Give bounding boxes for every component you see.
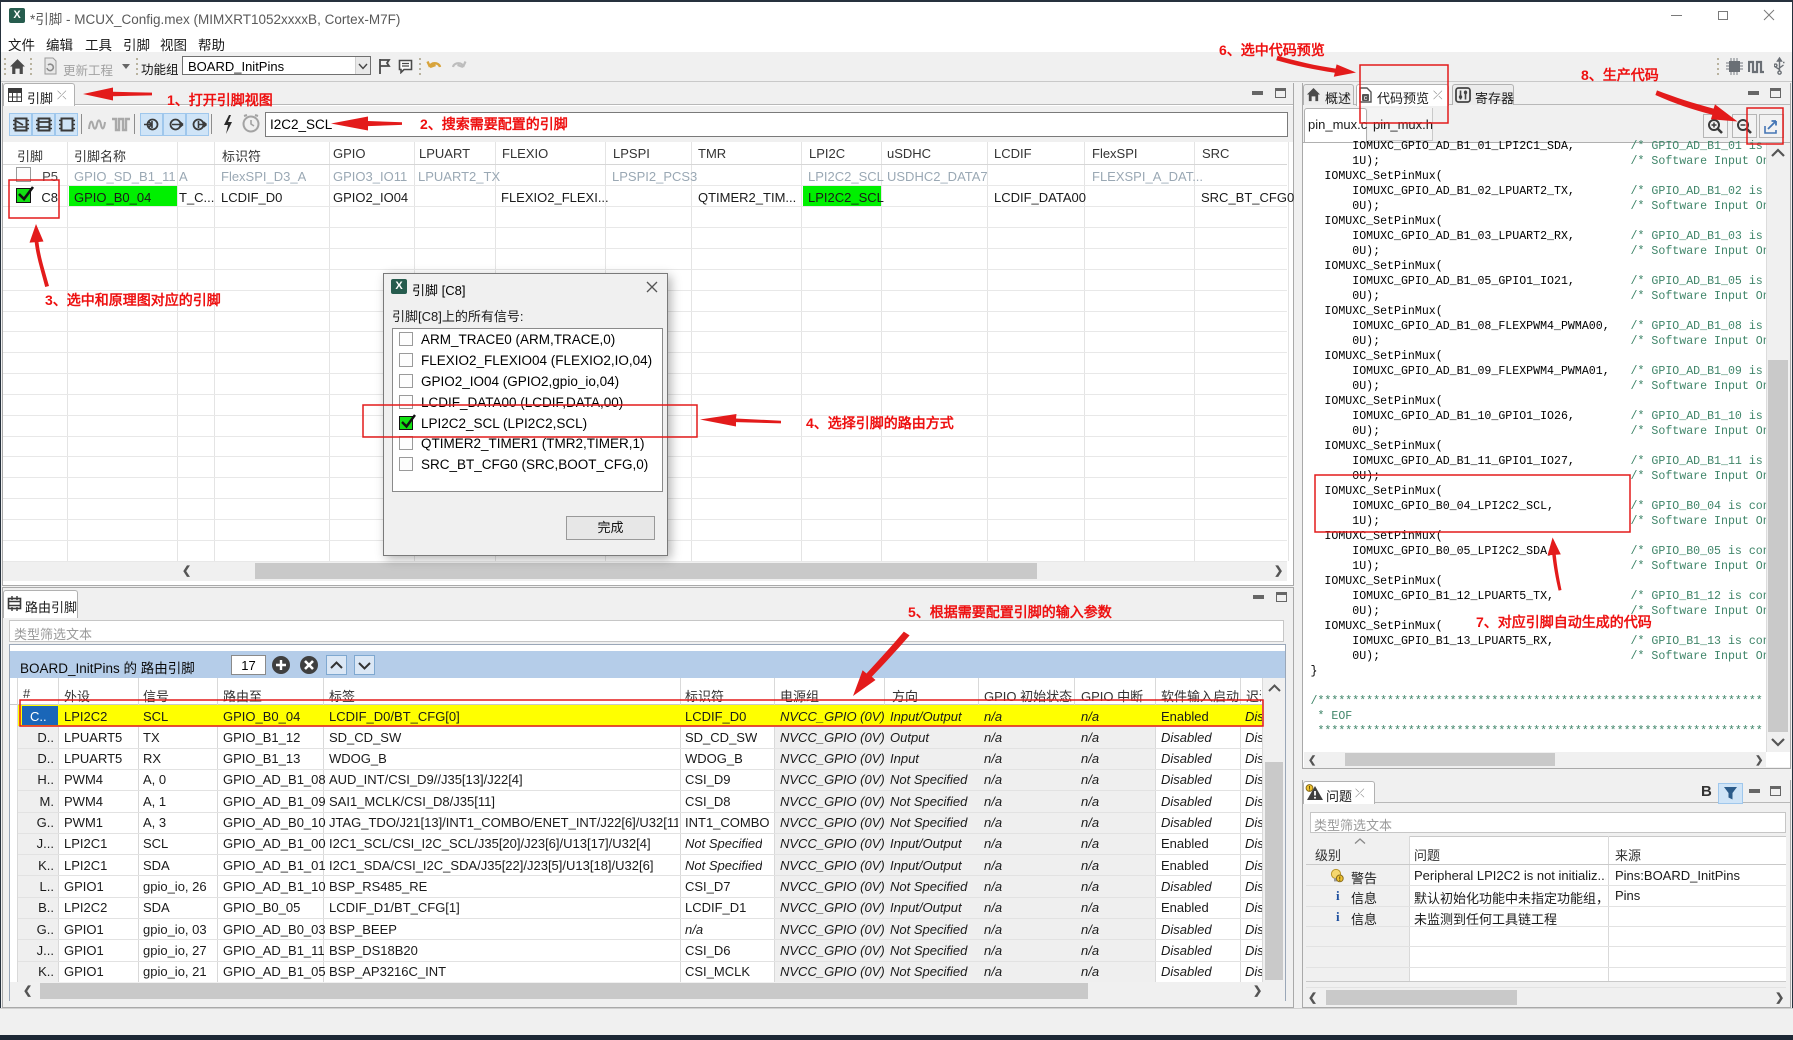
svg-text:!: !	[1339, 876, 1341, 883]
svg-text:!: !	[1309, 786, 1311, 792]
svg-text:c: c	[1364, 95, 1368, 102]
